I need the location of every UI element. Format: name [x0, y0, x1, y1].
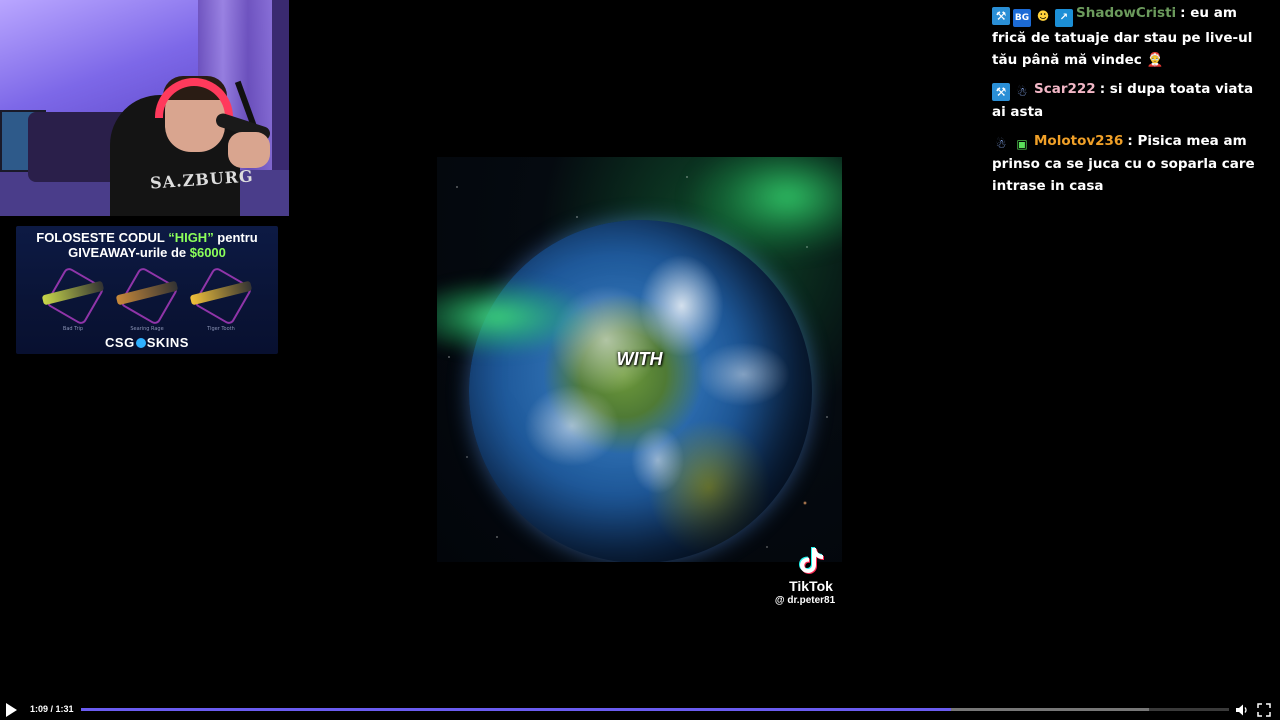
- hammer-icon[interactable]: ⚒: [992, 83, 1010, 101]
- ad-skin-name: Bad Trip: [62, 326, 84, 332]
- chat-message: ⚒ ☃ Scar222: si dupa toata viata ai asta: [992, 78, 1270, 123]
- brand-left: CSG: [105, 335, 135, 350]
- tiktok-watermark: TikTok: [789, 578, 833, 594]
- ad-headline-suffix: pentru: [213, 230, 258, 245]
- play-icon[interactable]: [6, 703, 17, 717]
- webcam-overlay: SA.ZBURG: [0, 0, 289, 216]
- mascot-icon[interactable]: ☻: [1034, 7, 1052, 25]
- bg-badge-icon[interactable]: BG: [1013, 9, 1031, 27]
- volume-icon[interactable]: [1235, 703, 1249, 717]
- tiktok-logo-icon: [799, 547, 824, 574]
- chat-username[interactable]: Molotov236: [1034, 133, 1123, 149]
- chat-text: si dupa toata viata ai asta: [992, 81, 1254, 120]
- chat-panel: ⚒ BG ☻ ↗ ShadowCristi: eu am frică de tatuaj…: [992, 2, 1270, 204]
- ad-skin-name: Searing Rage: [130, 326, 164, 332]
- aurora-beam: [437, 277, 597, 357]
- gift-icon[interactable]: ▣: [1013, 135, 1031, 153]
- ad-skin-list: Bad Trip Searing Rage Tiger Tooth: [16, 265, 278, 332]
- fullscreen-icon[interactable]: [1257, 703, 1271, 717]
- seek-bar[interactable]: [81, 708, 1229, 711]
- video-caption: WITH: [616, 349, 663, 369]
- robot-icon[interactable]: ☃: [1013, 83, 1031, 101]
- ad-subheadline: GIVEAWAY-urile de $6000: [16, 245, 278, 260]
- chat-text: Pisica mea am prinso ca se juca cu o sop…: [992, 133, 1255, 194]
- chat-username[interactable]: Scar222: [1034, 81, 1096, 97]
- chat-message: ☃ ▣ Molotov236: Pisica mea am prinso ca se…: [992, 130, 1270, 197]
- seek-progress: [81, 708, 952, 711]
- player-controls: 1:09 / 1:31: [0, 700, 1280, 720]
- tier-icon[interactable]: ↗: [1055, 9, 1073, 27]
- ad-giveaway-amount: $6000: [189, 245, 226, 260]
- ad-headline: FOLOSESTE CODUL “HIGH” pentru: [16, 230, 278, 245]
- tiktok-username: @ dr.peter81: [774, 595, 836, 606]
- chat-colon: :: [1127, 133, 1138, 149]
- ad-skin-item: Searing Rage: [112, 265, 182, 332]
- chat-colon: :: [1099, 81, 1110, 97]
- ad-skin-item: Tiger Tooth: [186, 265, 256, 332]
- ad-skin-item: Bad Trip: [38, 265, 108, 332]
- chat-message: ⚒ BG ☻ ↗ ShadowCristi: eu am frică de tatuaj…: [992, 2, 1270, 71]
- robot-icon[interactable]: ☃: [992, 135, 1010, 153]
- ad-promo-code: “HIGH”: [168, 230, 214, 245]
- sponsor-banner[interactable]: FOLOSESTE CODUL “HIGH” pentru GIVEAWAY-u…: [16, 226, 278, 354]
- hammer-icon[interactable]: ⚒: [992, 7, 1010, 25]
- ad-headline-prefix: FOLOSESTE CODUL: [36, 230, 169, 245]
- brand-right: SKINS: [146, 335, 189, 350]
- ad-skin-name: Tiger Tooth: [207, 326, 235, 332]
- streamer-hand: [228, 132, 270, 168]
- brand-dot-icon: [135, 338, 146, 348]
- chat-colon: :: [1180, 5, 1191, 21]
- earth-clouds: [469, 220, 812, 562]
- ad-subheadline-prefix: GIVEAWAY-urile de: [68, 245, 190, 260]
- chat-username[interactable]: ShadowCristi: [1076, 5, 1176, 21]
- time-display: 1:09 / 1:31: [30, 704, 74, 714]
- ad-brand-logo: CSG SKINS: [16, 335, 278, 350]
